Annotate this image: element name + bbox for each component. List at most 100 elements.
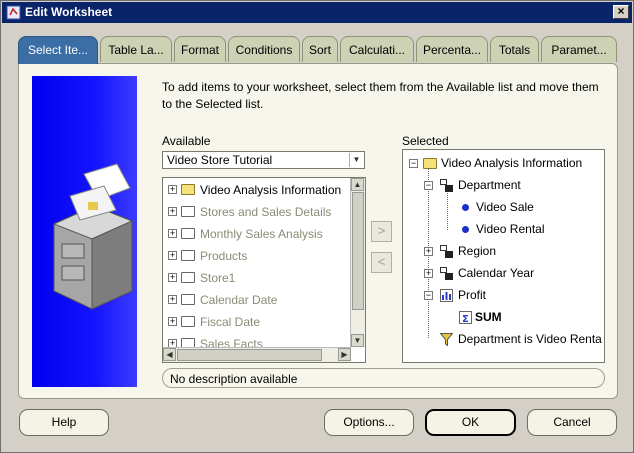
expand-icon[interactable]: + bbox=[168, 317, 177, 326]
value-dot-icon bbox=[462, 226, 469, 233]
list-item-label: Calendar Date bbox=[200, 293, 278, 307]
collapse-icon[interactable]: − bbox=[424, 291, 433, 300]
help-button[interactable]: Help bbox=[19, 409, 109, 436]
scroll-up-icon[interactable]: ▲ bbox=[351, 178, 364, 191]
expand-icon[interactable]: + bbox=[168, 185, 177, 194]
expand-icon[interactable]: + bbox=[424, 269, 433, 278]
expand-icon[interactable]: + bbox=[424, 247, 433, 256]
expand-icon[interactable]: + bbox=[168, 295, 177, 304]
tree-node[interactable]: + Calendar Year bbox=[403, 263, 603, 283]
measure-icon bbox=[440, 289, 453, 302]
available-vertical-scrollbar[interactable]: ▲ ▼ bbox=[350, 178, 365, 347]
tree-node-label: SUM bbox=[475, 310, 502, 324]
selected-tree[interactable]: − Video Analysis Information − Departmen… bbox=[402, 149, 605, 363]
business-area-value: Video Store Tutorial bbox=[167, 153, 273, 167]
collapse-icon[interactable]: − bbox=[409, 159, 418, 168]
folder-icon bbox=[181, 316, 195, 327]
list-item[interactable]: + Video Analysis Information bbox=[163, 180, 351, 200]
wizard-banner-image bbox=[32, 76, 137, 387]
svg-text:Σ: Σ bbox=[462, 314, 469, 324]
tab-table-layout[interactable]: Table La... bbox=[100, 36, 172, 62]
hierarchy-icon bbox=[440, 267, 453, 280]
tree-node[interactable]: Video Rental bbox=[403, 219, 603, 239]
description-text: No description available bbox=[170, 372, 298, 386]
close-button[interactable]: × bbox=[613, 5, 629, 19]
tree-node[interactable]: − Profit bbox=[403, 285, 603, 305]
list-item-label: Fiscal Date bbox=[200, 315, 261, 329]
tree-node[interactable]: − Video Analysis Information bbox=[403, 153, 603, 173]
available-label: Available bbox=[162, 134, 210, 148]
folder-icon bbox=[181, 272, 195, 283]
business-area-select[interactable]: Video Store Tutorial ▼ bbox=[162, 151, 365, 169]
list-item[interactable]: + Calendar Date bbox=[163, 290, 351, 310]
list-item[interactable]: + Store1 bbox=[163, 268, 351, 288]
tab-totals[interactable]: Totals bbox=[490, 36, 539, 62]
tree-node-label: Video Sale bbox=[476, 200, 534, 214]
tree-node-label: Department bbox=[458, 178, 521, 192]
tree-node-label: Department is Video Renta bbox=[458, 332, 602, 346]
tree-node-label: Video Rental bbox=[476, 222, 545, 236]
list-item-label: Monthly Sales Analysis bbox=[200, 227, 323, 241]
selected-label-text: Selected bbox=[402, 134, 449, 148]
tab-parameters[interactable]: Paramet... bbox=[541, 36, 617, 62]
scroll-thumb[interactable] bbox=[352, 192, 364, 310]
add-to-selected-button[interactable]: > bbox=[371, 221, 392, 242]
title-bar: Edit Worksheet × bbox=[2, 2, 632, 23]
app-icon bbox=[6, 5, 21, 20]
description-box: No description available bbox=[162, 368, 605, 388]
list-item[interactable]: + Fiscal Date bbox=[163, 312, 351, 332]
tree-node-label: Calendar Year bbox=[458, 266, 535, 280]
available-list[interactable]: + Video Analysis Information + Stores an… bbox=[162, 177, 366, 363]
folder-icon bbox=[181, 206, 195, 217]
folder-icon bbox=[181, 184, 195, 195]
tree-node[interactable]: Σ SUM bbox=[403, 307, 603, 327]
filter-funnel-icon bbox=[440, 333, 453, 346]
available-horizontal-scrollbar[interactable]: ◀ ▶ bbox=[163, 347, 351, 362]
scroll-down-icon[interactable]: ▼ bbox=[351, 334, 364, 347]
scroll-right-icon[interactable]: ▶ bbox=[338, 348, 351, 361]
scroll-thumb[interactable] bbox=[177, 349, 322, 361]
options-button[interactable]: Options... bbox=[324, 409, 414, 436]
tree-node-label: Video Analysis Information bbox=[441, 156, 583, 170]
select-items-panel: To add items to your worksheet, select t… bbox=[18, 63, 618, 399]
folder-icon bbox=[181, 294, 195, 305]
tree-node-label: Region bbox=[458, 244, 497, 258]
edit-worksheet-dialog: Edit Worksheet × Select Ite... Table La.… bbox=[0, 0, 634, 453]
cancel-button[interactable]: Cancel bbox=[527, 409, 617, 436]
expand-icon[interactable]: + bbox=[168, 273, 177, 282]
tree-node[interactable]: Video Sale bbox=[403, 197, 603, 217]
tree-node-label: Profit bbox=[458, 288, 487, 302]
sum-icon: Σ bbox=[459, 311, 472, 324]
value-dot-icon bbox=[462, 204, 469, 211]
expand-icon[interactable]: + bbox=[168, 207, 177, 216]
chevron-down-icon[interactable]: ▼ bbox=[349, 153, 363, 167]
scroll-left-icon[interactable]: ◀ bbox=[163, 348, 176, 361]
remove-from-selected-button[interactable]: < bbox=[371, 252, 392, 273]
selected-label: Selected bbox=[402, 134, 449, 148]
list-item-label: Store1 bbox=[200, 271, 236, 285]
available-label-text: Available bbox=[162, 134, 211, 148]
tab-sort[interactable]: Sort bbox=[302, 36, 338, 62]
window-title: Edit Worksheet bbox=[25, 5, 113, 19]
expand-icon[interactable]: + bbox=[168, 229, 177, 238]
collapse-icon[interactable]: − bbox=[424, 181, 433, 190]
ok-button[interactable]: OK bbox=[425, 409, 516, 436]
list-item-label: Products bbox=[200, 249, 248, 263]
list-item-label: Video Analysis Information bbox=[200, 183, 342, 197]
tab-percentages[interactable]: Percenta... bbox=[416, 36, 488, 62]
tab-conditions[interactable]: Conditions bbox=[228, 36, 300, 62]
tab-select-items[interactable]: Select Ite... bbox=[18, 36, 98, 64]
folder-icon bbox=[181, 228, 195, 239]
expand-icon[interactable]: + bbox=[168, 251, 177, 260]
folder-icon bbox=[181, 250, 195, 261]
list-item[interactable]: + Products bbox=[163, 246, 351, 266]
list-item[interactable]: + Monthly Sales Analysis bbox=[163, 224, 351, 244]
tab-format[interactable]: Format bbox=[174, 36, 226, 62]
tree-node[interactable]: + Region bbox=[403, 241, 603, 261]
tree-node[interactable]: Department is Video Renta bbox=[403, 329, 603, 349]
hierarchy-icon bbox=[440, 179, 453, 192]
list-item[interactable]: + Stores and Sales Details bbox=[163, 202, 351, 222]
tab-calculations[interactable]: Calculati... bbox=[340, 36, 414, 62]
tree-node[interactable]: − Department bbox=[403, 175, 603, 195]
folder-icon bbox=[423, 158, 437, 169]
